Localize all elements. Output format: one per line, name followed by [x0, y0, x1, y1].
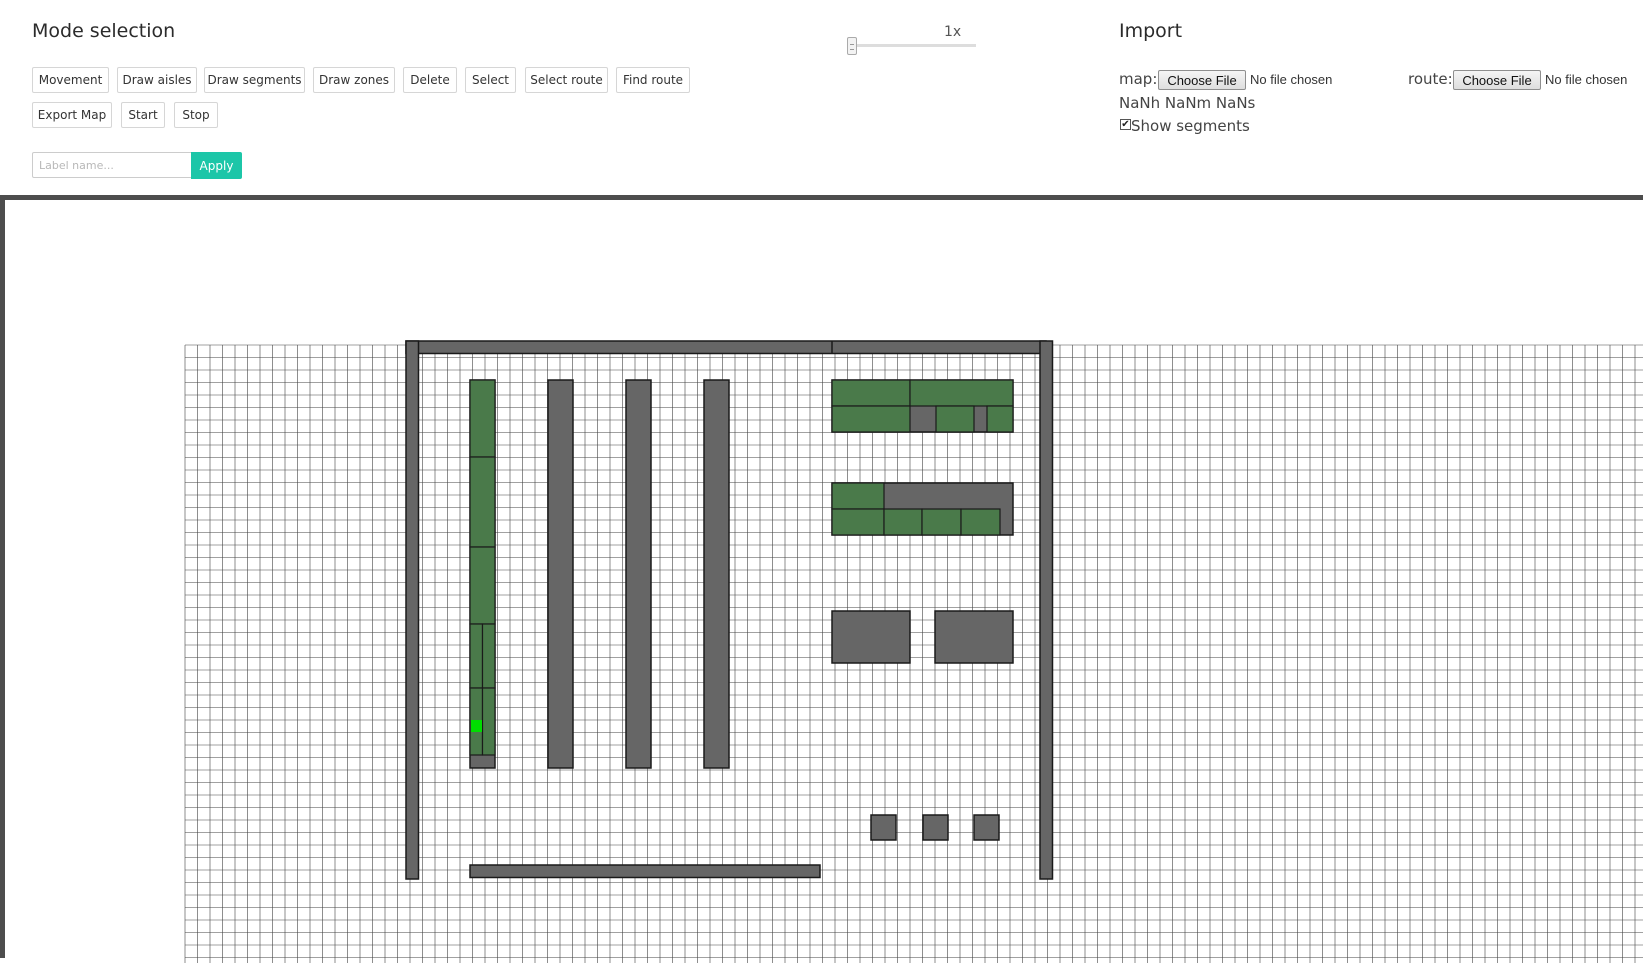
wall-top[interactable]: [405, 340, 1047, 355]
select-button[interactable]: Select: [465, 67, 516, 93]
timer-display: NaNh NaNm NaNs: [1119, 94, 1256, 112]
route-file-status: No file chosen: [1545, 72, 1628, 87]
segment-4a[interactable]: [469, 623, 484, 689]
speed-slider-handle[interactable]: [847, 37, 857, 55]
speed-slider-track[interactable]: [852, 44, 976, 47]
rack-2[interactable]: [547, 379, 574, 769]
pillar-2[interactable]: [922, 814, 949, 841]
map-canvas[interactable]: [0, 195, 1643, 963]
segment-m4[interactable]: [921, 508, 962, 536]
route-import-label: route:: [1408, 70, 1453, 88]
select-route-button[interactable]: Select route: [525, 67, 608, 93]
speed-label: 1x: [944, 24, 962, 40]
segment-m1[interactable]: [831, 482, 885, 510]
show-segments-checkbox[interactable]: ✔: [1120, 119, 1131, 130]
warehouse-map[interactable]: [10, 205, 1643, 963]
movement-button[interactable]: Movement: [32, 67, 109, 93]
rack-block-lower-left[interactable]: [831, 610, 911, 664]
start-button[interactable]: Start: [121, 102, 165, 128]
wall-left[interactable]: [405, 340, 420, 880]
draw-aisles-button[interactable]: Draw aisles: [117, 67, 197, 93]
segment-m5[interactable]: [960, 508, 1001, 536]
route-choose-file-button[interactable]: Choose File: [1453, 70, 1541, 90]
segment-4b[interactable]: [481, 623, 496, 689]
grid: [184, 344, 1643, 963]
segment-2[interactable]: [469, 456, 496, 548]
stop-button[interactable]: Stop: [174, 102, 218, 128]
segment-u5[interactable]: [986, 405, 1014, 433]
robot-marker[interactable]: [471, 720, 482, 732]
apply-button[interactable]: Apply: [191, 152, 242, 179]
export-map-button[interactable]: Export Map: [32, 102, 112, 128]
robot: [471, 720, 482, 732]
pillar-1[interactable]: [870, 814, 897, 841]
draw-segments-button[interactable]: Draw segments: [204, 67, 305, 93]
segment-u4[interactable]: [935, 405, 975, 433]
rack-4[interactable]: [703, 379, 730, 769]
label-name-input[interactable]: [32, 152, 192, 178]
rack-block-lower-right[interactable]: [934, 610, 1014, 664]
map-choose-file-button[interactable]: Choose File: [1158, 70, 1246, 90]
pillar-3[interactable]: [973, 814, 1000, 841]
find-route-button[interactable]: Find route: [616, 67, 690, 93]
import-title: Import: [1119, 20, 1183, 42]
segment-m3[interactable]: [883, 508, 923, 536]
delete-button[interactable]: Delete: [403, 67, 457, 93]
segment-u2[interactable]: [909, 379, 1014, 407]
show-segments-label: Show segments: [1131, 117, 1250, 135]
segment-3[interactable]: [469, 546, 496, 625]
draw-zones-button[interactable]: Draw zones: [313, 67, 395, 93]
segment-1[interactable]: [469, 379, 496, 458]
map-file-status: No file chosen: [1250, 72, 1333, 87]
map-import-label: map:: [1119, 70, 1158, 88]
segment-m2[interactable]: [831, 508, 885, 536]
rack-3[interactable]: [625, 379, 652, 769]
wall-bottom[interactable]: [469, 864, 821, 879]
mode-selection-title: Mode selection: [32, 20, 176, 42]
segment-5b[interactable]: [481, 687, 496, 756]
segment-u1[interactable]: [831, 379, 911, 407]
segment-u3[interactable]: [831, 405, 911, 433]
wall-right[interactable]: [1039, 340, 1054, 880]
